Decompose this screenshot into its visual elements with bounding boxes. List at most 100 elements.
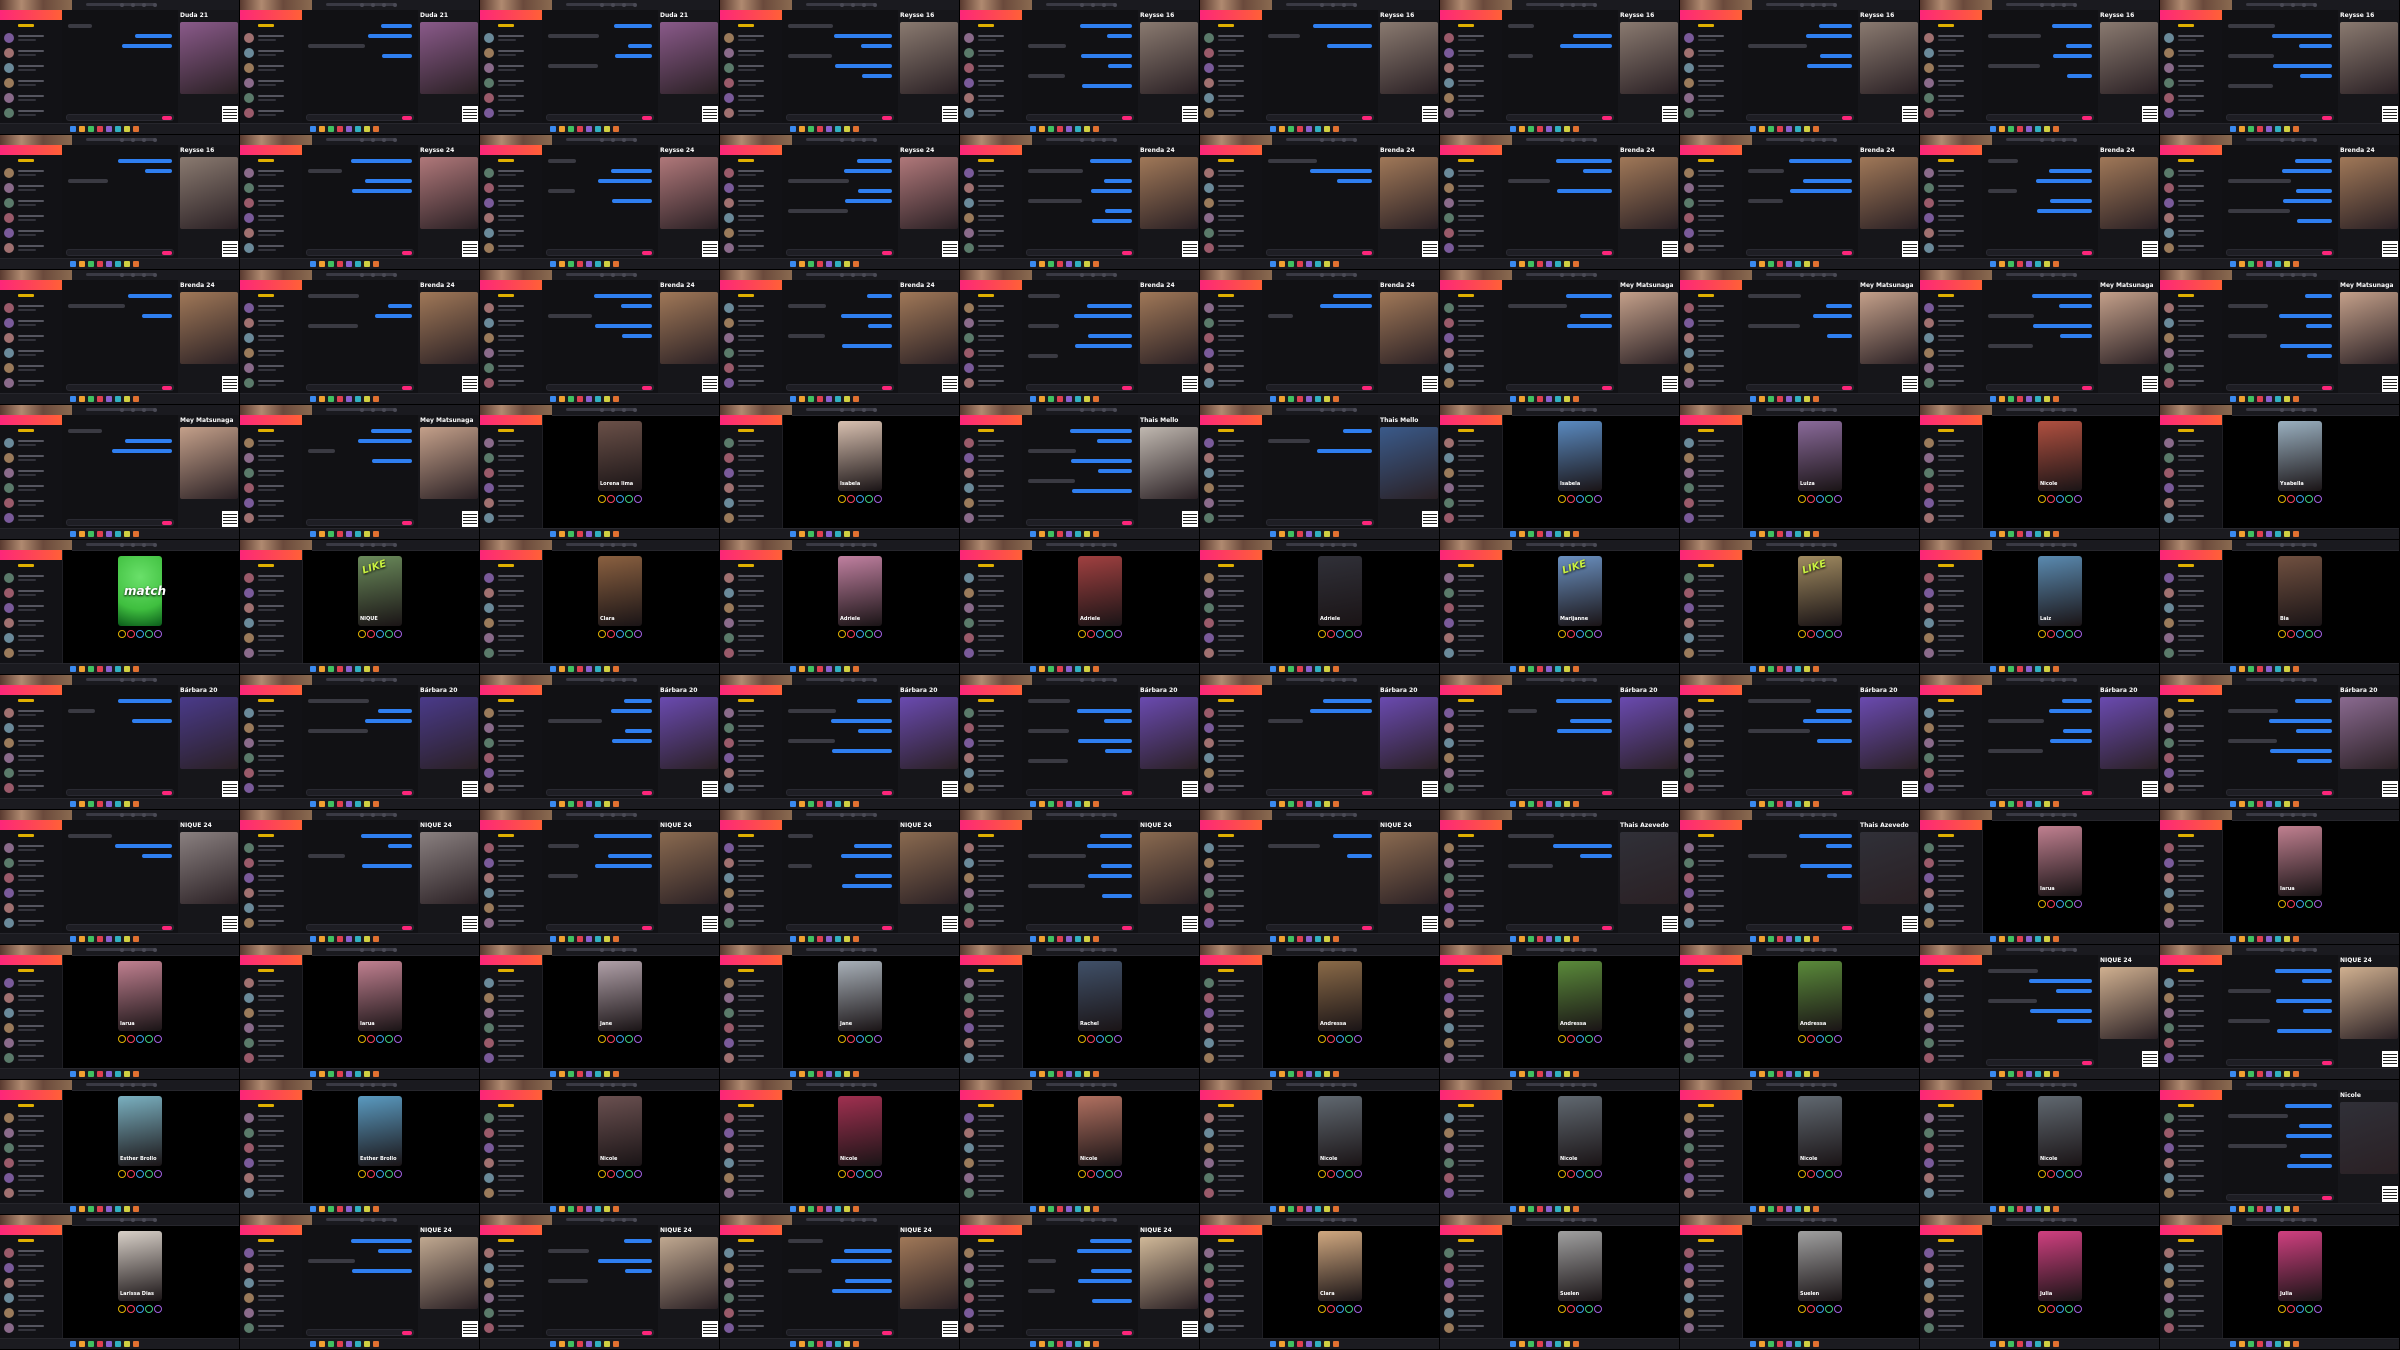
dock-app-icon[interactable] — [559, 666, 565, 672]
dock-app-icon[interactable] — [1288, 1071, 1294, 1077]
match-list-item[interactable] — [724, 572, 778, 584]
toolbar-icon[interactable] — [153, 138, 157, 142]
send-button[interactable] — [2082, 116, 2092, 120]
match-list-item[interactable] — [724, 1157, 778, 1169]
dock-app-icon[interactable] — [550, 936, 556, 942]
match-list-item[interactable] — [4, 227, 58, 239]
toolbar-icon[interactable] — [1320, 1083, 1324, 1087]
toolbar-icon[interactable] — [1080, 543, 1084, 547]
browser-address-bar[interactable] — [552, 405, 719, 416]
toolbar-icon[interactable] — [1342, 3, 1346, 7]
message-input[interactable] — [2226, 384, 2334, 391]
dock-app-icon[interactable] — [70, 801, 76, 807]
match-list-item[interactable] — [724, 1052, 778, 1064]
toolbar-icon[interactable] — [1593, 408, 1597, 412]
toolbar-icon[interactable] — [1822, 138, 1826, 142]
match-list-item[interactable] — [1204, 1127, 1258, 1139]
toolbar-icon[interactable] — [393, 138, 397, 142]
send-button[interactable] — [642, 386, 652, 390]
message-input[interactable] — [546, 384, 654, 391]
match-list-item[interactable] — [724, 722, 778, 734]
match-list-item[interactable] — [4, 437, 58, 449]
dock-app-icon[interactable] — [2044, 261, 2050, 267]
profile-photo[interactable] — [2100, 697, 2158, 769]
toolbar-icon[interactable] — [1080, 3, 1084, 7]
dock-app-icon[interactable] — [355, 126, 361, 132]
screenshot-tile[interactable]: Nicole — [720, 1080, 960, 1215]
match-list-item[interactable] — [4, 452, 58, 464]
browser-address-bar[interactable] — [312, 540, 479, 551]
match-list-item[interactable] — [484, 767, 538, 779]
dock-app-icon[interactable] — [355, 666, 361, 672]
screenshot-tile[interactable]: Bárbara 20 — [240, 675, 480, 810]
profile-photo[interactable] — [2100, 22, 2158, 94]
boost-button[interactable] — [154, 1170, 162, 1178]
dock-app-icon[interactable] — [559, 396, 565, 402]
profile-photo[interactable] — [2100, 967, 2158, 1039]
toolbar-icon[interactable] — [862, 138, 866, 142]
nope-button[interactable] — [1807, 495, 1815, 503]
dock-app-icon[interactable] — [373, 531, 379, 537]
rewind-button[interactable] — [118, 1035, 126, 1043]
dock-app-icon[interactable] — [2026, 666, 2032, 672]
match-list-item[interactable] — [1204, 227, 1258, 239]
dock-app-icon[interactable] — [577, 126, 583, 132]
dock-app-icon[interactable] — [1324, 1071, 1330, 1077]
toolbar-icon[interactable] — [1320, 543, 1324, 547]
screenshot-tile[interactable]: Bárbara 20 — [2160, 675, 2400, 810]
toolbar-icon[interactable] — [1560, 813, 1564, 817]
match-list-item[interactable] — [1204, 332, 1258, 344]
toolbar-icon[interactable] — [2313, 3, 2317, 7]
screenshot-tile[interactable]: Esther Brollo — [240, 1080, 480, 1215]
send-button[interactable] — [882, 116, 892, 120]
match-list-item[interactable] — [244, 1112, 298, 1124]
toolbar-icon[interactable] — [622, 813, 626, 817]
toolbar-icon[interactable] — [1113, 948, 1117, 952]
dock-app-icon[interactable] — [808, 396, 814, 402]
dock-app-icon[interactable] — [613, 396, 619, 402]
screenshot-tile[interactable]: Duda 21 — [240, 0, 480, 135]
dock-app-icon[interactable] — [346, 396, 352, 402]
match-list-item[interactable] — [1204, 437, 1258, 449]
dock-app-icon[interactable] — [2230, 396, 2236, 402]
dock-app-icon[interactable] — [550, 126, 556, 132]
match-list-item[interactable] — [1684, 62, 1738, 74]
toolbar-icon[interactable] — [393, 813, 397, 817]
message-input[interactable] — [1506, 789, 1614, 796]
match-list-item[interactable] — [1444, 317, 1498, 329]
dock-app-icon[interactable] — [2248, 261, 2254, 267]
match-list-item[interactable] — [4, 182, 58, 194]
boost-button[interactable] — [1354, 1170, 1362, 1178]
profile-photo[interactable] — [1620, 157, 1678, 229]
rewind-button[interactable] — [1798, 495, 1806, 503]
screenshot-tile[interactable]: Nicole — [1920, 405, 2160, 540]
screenshot-tile[interactable]: Nicole — [960, 1080, 1200, 1215]
dock-app-icon[interactable] — [1297, 126, 1303, 132]
toolbar-icon[interactable] — [2302, 138, 2306, 142]
match-list-item[interactable] — [1444, 482, 1498, 494]
boost-button[interactable] — [1354, 1035, 1362, 1043]
toolbar-icon[interactable] — [611, 3, 615, 7]
screenshot-tile[interactable]: Brenda 24 — [960, 135, 1200, 270]
match-list-item[interactable] — [1444, 737, 1498, 749]
match-list-item[interactable] — [484, 32, 538, 44]
rewind-button[interactable] — [838, 1035, 846, 1043]
boost-button[interactable] — [634, 1035, 642, 1043]
dock-app-icon[interactable] — [1519, 1206, 1525, 1212]
toolbar-icon[interactable] — [360, 678, 364, 682]
dock-app-icon[interactable] — [97, 1341, 103, 1347]
dock-app-icon[interactable] — [115, 1071, 121, 1077]
profile-photo[interactable] — [1860, 292, 1918, 364]
dock-app-icon[interactable] — [853, 126, 859, 132]
dock-app-icon[interactable] — [1324, 666, 1330, 672]
match-list-item[interactable] — [1684, 602, 1738, 614]
match-list-item[interactable] — [244, 452, 298, 464]
toolbar-icon[interactable] — [1353, 678, 1357, 682]
dock-app-icon[interactable] — [1786, 801, 1792, 807]
match-list-item[interactable] — [964, 482, 1018, 494]
dock-app-icon[interactable] — [106, 1341, 112, 1347]
match-list-item[interactable] — [2164, 437, 2218, 449]
dock-app-icon[interactable] — [1066, 801, 1072, 807]
toolbar-icon[interactable] — [1102, 3, 1106, 7]
dock-app-icon[interactable] — [2017, 801, 2023, 807]
